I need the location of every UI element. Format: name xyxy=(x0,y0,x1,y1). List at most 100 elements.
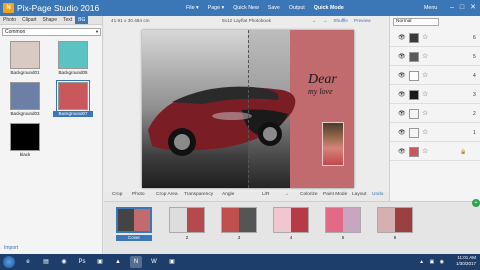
star-icon[interactable]: ☆ xyxy=(422,128,428,138)
star-icon[interactable]: ☆ xyxy=(422,33,428,43)
star-icon[interactable]: ☆ xyxy=(422,52,428,62)
photobook-spread[interactable]: Dear my love xyxy=(142,30,354,188)
prev-page-icon[interactable]: ← xyxy=(312,16,317,26)
system-tray-icons[interactable]: ▲ ▣ ◉ xyxy=(419,259,446,265)
taskbar-app-icon[interactable]: e xyxy=(22,256,34,268)
page-thumb-label: Cover xyxy=(116,235,152,241)
menu-page[interactable]: Page ▾ xyxy=(208,4,225,12)
taskbar-app-icon[interactable]: N xyxy=(130,256,142,268)
menu-file[interactable]: File ▾ xyxy=(186,4,199,12)
bg-item-07[interactable]: Background07 xyxy=(53,80,93,117)
eye-icon[interactable]: 👁 xyxy=(398,111,406,117)
document-title: 8x12 Layflat Photobook xyxy=(222,18,271,23)
bg-item-black[interactable]: black xyxy=(5,123,45,158)
preview-button[interactable]: Preview xyxy=(354,16,371,26)
angle-button[interactable]: Angle xyxy=(222,190,234,200)
tab-clipart[interactable]: Clipart xyxy=(19,16,39,24)
taskbar: e ▤ ◉ Ps ▣ ▲ N W ▣ ▲ ▣ ◉ 11:01 AM 1/30/2… xyxy=(0,254,480,270)
photo-radio[interactable]: Photo xyxy=(132,190,145,200)
category-select[interactable]: Common ▼ xyxy=(2,28,101,36)
left-panel: Photo Clipart Shape Text BG Common ▼ Bac… xyxy=(0,16,103,254)
menu-quick-mode[interactable]: Quick Mode xyxy=(314,4,344,12)
layer-row[interactable]: 👁 ☆ 1 xyxy=(390,125,480,142)
maximize-icon[interactable]: □ xyxy=(460,3,464,12)
layer-row[interactable]: 👁 ☆ 2 xyxy=(390,106,480,123)
eye-icon[interactable]: 👁 xyxy=(398,92,406,98)
taskbar-app-icon[interactable]: W xyxy=(148,256,160,268)
crop-area-button[interactable]: Crop Area xyxy=(156,190,178,200)
layer-number: 5 xyxy=(473,54,476,60)
taskbar-app-icon[interactable]: ▤ xyxy=(40,256,52,268)
add-icon[interactable]: + xyxy=(472,199,480,207)
layer-row[interactable]: 👁 ☆ 5 xyxy=(390,49,480,66)
eye-icon[interactable]: 👁 xyxy=(398,54,406,60)
import-link[interactable]: Import xyxy=(4,245,18,251)
tab-photo[interactable]: Photo xyxy=(0,16,19,24)
star-icon[interactable]: ☆ xyxy=(422,109,428,119)
eye-icon[interactable]: 👁 xyxy=(398,73,406,79)
menu-button[interactable]: Menu xyxy=(424,4,437,12)
taskbar-app-icon[interactable]: ◉ xyxy=(58,256,70,268)
bg-item-03[interactable]: Background03 xyxy=(5,82,45,117)
bg-label: Background03 xyxy=(10,111,40,116)
window-controls: – □ ✕ xyxy=(450,3,476,12)
thumb-left xyxy=(326,208,343,232)
menu-output[interactable]: Output xyxy=(289,4,305,12)
arrow-icon[interactable]: → xyxy=(284,190,289,200)
page-thumb-2[interactable] xyxy=(169,207,205,233)
chevron-down-icon: ▼ xyxy=(95,29,99,34)
layer-row[interactable]: 👁 ☆ 3 xyxy=(390,87,480,104)
portrait-photo[interactable] xyxy=(322,122,344,166)
start-button[interactable] xyxy=(3,256,15,268)
bg-swatch xyxy=(58,41,88,69)
layout-button[interactable]: Layout xyxy=(352,190,366,200)
taskbar-app-icon[interactable]: ▣ xyxy=(166,256,178,268)
star-icon[interactable]: ☆ xyxy=(422,71,428,81)
crop-checkbox[interactable]: Crop xyxy=(112,190,122,200)
layer-row[interactable]: 👁 ☆ 🔒 xyxy=(390,144,480,161)
bg-label: Background05 xyxy=(58,70,88,75)
shuffle-button[interactable]: Shuffle xyxy=(333,16,348,26)
lock-icon[interactable]: 🔒 xyxy=(460,148,466,156)
star-icon[interactable]: ☆ xyxy=(422,147,428,157)
transparency-button[interactable]: Transparency xyxy=(184,190,213,200)
bg-label: Background07 xyxy=(53,111,93,117)
layer-row[interactable]: 👁 ☆ 6 xyxy=(390,30,480,47)
close-icon[interactable]: ✕ xyxy=(470,3,476,12)
title-bar: N Pix-Page Studio 2016 File ▾ Page ▾ Qui… xyxy=(0,0,480,16)
page-thumb-cover[interactable] xyxy=(116,207,152,233)
love-text-block[interactable]: Dear my love xyxy=(308,72,337,98)
page-thumb-6[interactable] xyxy=(377,207,413,233)
page-thumb-4[interactable] xyxy=(273,207,309,233)
tab-bg[interactable]: BG xyxy=(75,16,89,24)
layers-panel: Normal 👁 ☆ 6 👁 ☆ 5 👁 ☆ 4 👁 ☆ 3 👁 ☆ 2 👁 ☆ 1 👁 ☆ 🔒 xyxy=(389,16,480,201)
menu-save[interactable]: Save xyxy=(268,4,280,12)
bg-item-05[interactable]: Background05 xyxy=(53,41,93,76)
undo-button[interactable]: Undo xyxy=(372,190,383,200)
bg-item-01[interactable]: Background01 xyxy=(5,41,45,76)
layer-thumbnail xyxy=(409,109,419,119)
colorize-button[interactable]: Colorize xyxy=(300,190,318,200)
clock[interactable]: 11:01 AM 1/30/2017 xyxy=(456,255,476,267)
taskbar-app-icon[interactable]: ▣ xyxy=(94,256,106,268)
flip-lr-button[interactable]: L/R xyxy=(262,190,269,200)
page-thumbnails: Cover 2 3 4 5 6 xyxy=(104,201,480,254)
taskbar-app-icon[interactable]: Ps xyxy=(76,256,88,268)
menu-quick-new[interactable]: Quick New xyxy=(233,4,259,12)
love-text-line1: Dear xyxy=(308,72,337,87)
page-thumb-5[interactable] xyxy=(325,207,361,233)
blend-mode-select[interactable]: Normal xyxy=(393,18,439,26)
eye-icon[interactable]: 👁 xyxy=(398,130,406,136)
page-thumb-3[interactable] xyxy=(221,207,257,233)
bg-swatch xyxy=(10,82,40,110)
tab-shape[interactable]: Shape xyxy=(40,16,60,24)
paint-mode-button[interactable]: Paint Mode xyxy=(323,190,347,200)
eye-icon[interactable]: 👁 xyxy=(398,35,406,41)
minimize-icon[interactable]: – xyxy=(450,3,454,12)
next-page-icon[interactable]: → xyxy=(323,16,328,26)
layer-row[interactable]: 👁 ☆ 4 xyxy=(390,68,480,85)
tab-text[interactable]: Text xyxy=(60,16,75,24)
taskbar-app-icon[interactable]: ▲ xyxy=(112,256,124,268)
eye-icon[interactable]: 👁 xyxy=(398,149,406,155)
star-icon[interactable]: ☆ xyxy=(422,90,428,100)
